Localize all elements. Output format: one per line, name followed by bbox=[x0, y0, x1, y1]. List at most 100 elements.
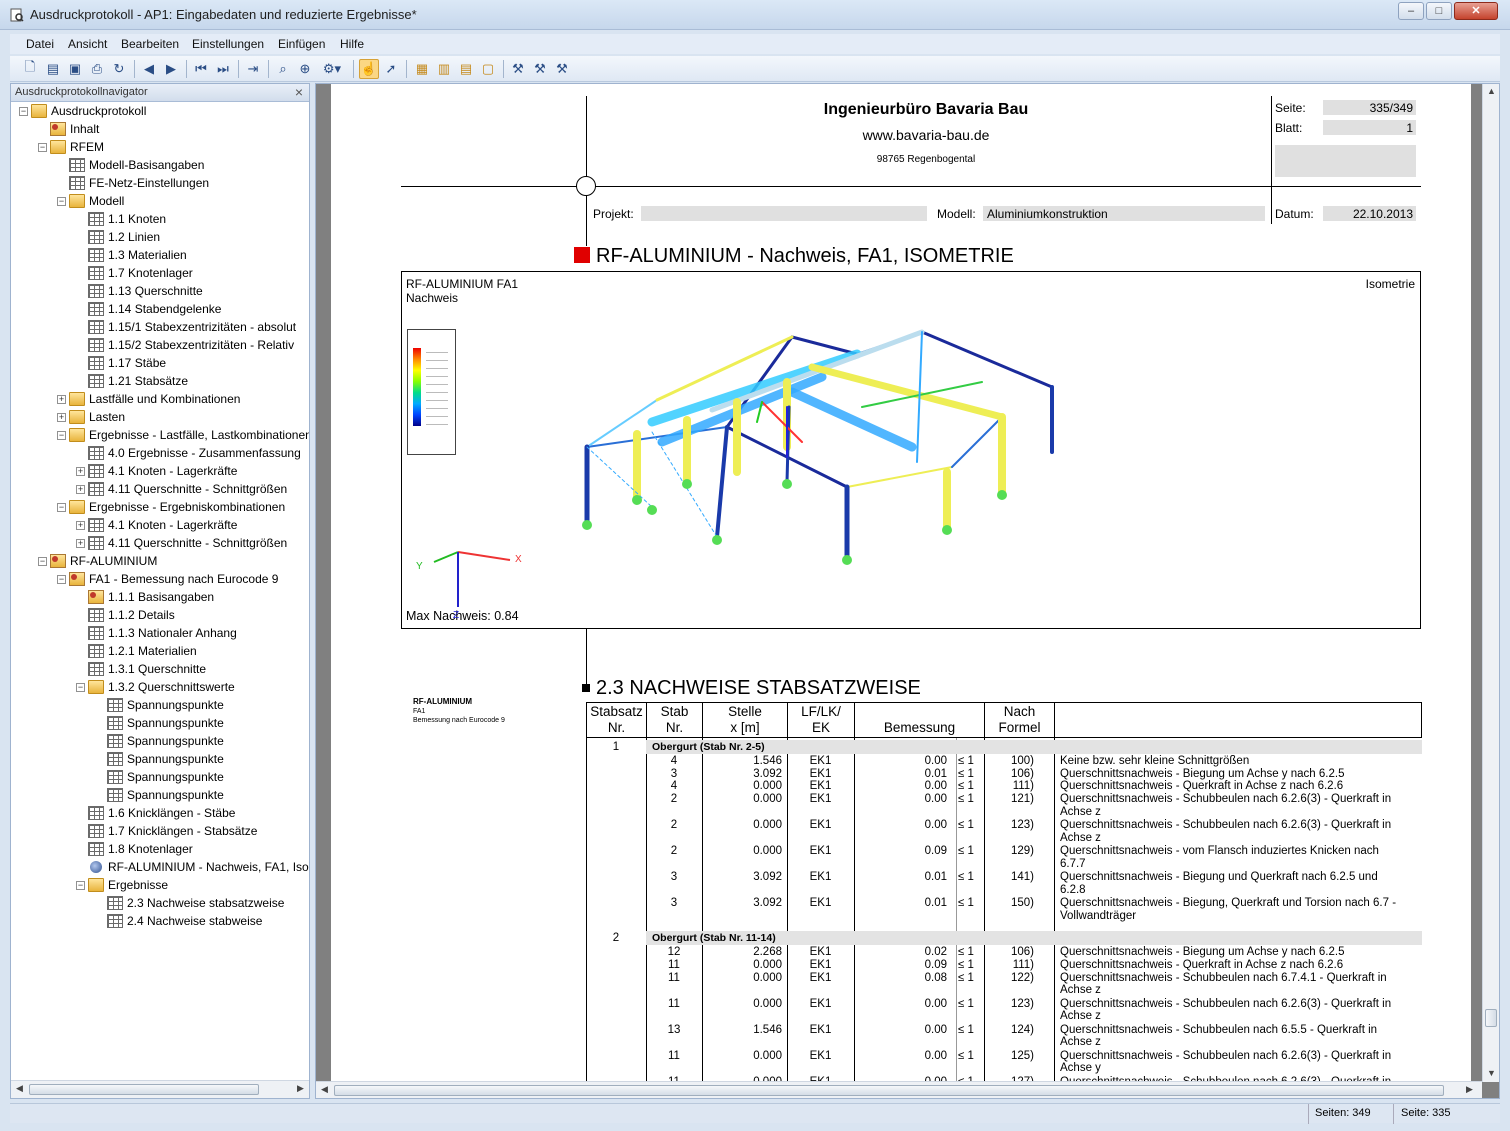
tree-item[interactable]: 1.14 Stabendgelenke bbox=[76, 300, 221, 318]
expand-icon[interactable]: + bbox=[76, 520, 85, 530]
close-icon[interactable]: × bbox=[295, 84, 303, 100]
tree-item[interactable]: 1.1.2 Details bbox=[76, 606, 175, 624]
export-icon[interactable]: ⇥ bbox=[243, 59, 263, 79]
tree-item[interactable]: 4.0 Ergebnisse - Zusammenfassung bbox=[76, 444, 301, 462]
tree-item[interactable]: 1.15/1 Stabexzentrizitäten - absolut bbox=[76, 318, 296, 336]
search-icon[interactable]: ⌕ bbox=[273, 59, 293, 79]
tree-item[interactable]: − Ergebnisse bbox=[76, 876, 168, 894]
settings-icon[interactable]: ⚙▾ bbox=[317, 59, 347, 79]
minimize-button[interactable]: – bbox=[1398, 2, 1424, 20]
save-icon[interactable]: ▣ bbox=[65, 59, 85, 79]
tree-item[interactable]: 1.1.1 Basisangaben bbox=[76, 588, 214, 606]
tree-item[interactable]: + Lasten bbox=[57, 408, 125, 426]
tree-item[interactable]: − Modell bbox=[57, 192, 124, 210]
tree-item[interactable]: +4.11 Querschnitte - Schnittgrößen bbox=[76, 480, 287, 498]
tree-item[interactable]: Spannungspunkte bbox=[95, 732, 224, 750]
tree-item[interactable]: 1.3 Materialien bbox=[76, 246, 187, 264]
expand-icon[interactable]: + bbox=[57, 412, 66, 422]
tree-item[interactable]: 1.15/2 Stabexzentrizitäten - Relativ bbox=[76, 336, 294, 354]
scroll-right-icon[interactable]: ▶ bbox=[1466, 1084, 1473, 1095]
edit4-icon[interactable]: ▢ bbox=[478, 59, 498, 79]
scroll-left-icon[interactable]: ◀ bbox=[321, 1084, 328, 1095]
collapse-icon[interactable]: − bbox=[76, 682, 85, 692]
tree-item[interactable]: 1.2.1 Materialien bbox=[76, 642, 197, 660]
menu-hilfe[interactable]: Hilfe bbox=[340, 37, 364, 51]
tree-item[interactable]: Spannungspunkte bbox=[95, 750, 224, 768]
tool2-icon[interactable]: ⚒ bbox=[530, 59, 550, 79]
tree-item[interactable]: RF-ALUMINIUM - Nachweis, FA1, Iso bbox=[76, 858, 309, 876]
tree-item[interactable]: 1.1 Knoten bbox=[76, 210, 166, 228]
scroll-left-icon[interactable]: ◀ bbox=[16, 1083, 23, 1094]
tree-item[interactable]: 1.17 Stäbe bbox=[76, 354, 166, 372]
tree-item[interactable]: − Ergebnisse - Ergebniskombinationen bbox=[57, 498, 285, 516]
maximize-button[interactable]: □ bbox=[1426, 2, 1452, 20]
tree-item[interactable]: Spannungspunkte bbox=[95, 696, 224, 714]
scroll-right-icon[interactable]: ▶ bbox=[297, 1083, 304, 1094]
pointer-icon[interactable]: ☝ bbox=[359, 59, 379, 79]
zoom-icon[interactable]: ⊕ bbox=[295, 59, 315, 79]
menu-ansicht[interactable]: Ansicht bbox=[68, 37, 107, 51]
tree-item[interactable]: − FA1 - Bemessung nach Eurocode 9 bbox=[57, 570, 278, 588]
tree-item[interactable]: 1.2 Linien bbox=[76, 228, 160, 246]
collapse-icon[interactable]: − bbox=[57, 196, 66, 206]
menu-einstellungen[interactable]: Einstellungen bbox=[192, 37, 264, 51]
tree-item[interactable]: 2.4 Nachweise stabweise bbox=[95, 912, 262, 930]
document-hscroll[interactable]: ◀ ▶ bbox=[316, 1081, 1482, 1098]
scroll-up-icon[interactable]: ▲ bbox=[1487, 86, 1496, 96]
tree-item[interactable]: Spannungspunkte bbox=[95, 768, 224, 786]
first-icon[interactable]: ⏮ bbox=[191, 59, 211, 79]
tree-item[interactable]: +4.11 Querschnitte - Schnittgrößen bbox=[76, 534, 287, 552]
tree-item[interactable]: Spannungspunkte bbox=[95, 714, 224, 732]
expand-icon[interactable]: + bbox=[76, 484, 85, 494]
expand-icon[interactable]: + bbox=[76, 538, 85, 548]
next-icon[interactable]: ▶ bbox=[161, 59, 181, 79]
refresh-icon[interactable]: ↻ bbox=[109, 59, 129, 79]
document-view[interactable]: Ingenieurbüro Bavaria Bau www.bavaria-ba… bbox=[315, 83, 1500, 1099]
tree-item[interactable]: Spannungspunkte bbox=[95, 786, 224, 804]
navigator-hscroll[interactable]: ◀ ▶ bbox=[11, 1080, 309, 1098]
close-button[interactable]: ✕ bbox=[1454, 2, 1498, 20]
last-icon[interactable]: ⏭ bbox=[213, 59, 233, 79]
edit2-icon[interactable]: ▥ bbox=[434, 59, 454, 79]
tool1-icon[interactable]: ⚒ bbox=[508, 59, 528, 79]
select-icon[interactable]: ➚ bbox=[381, 59, 401, 79]
collapse-icon[interactable]: − bbox=[57, 574, 66, 584]
tool3-icon[interactable]: ⚒ bbox=[552, 59, 572, 79]
tree-item[interactable]: Inhalt bbox=[38, 120, 99, 138]
tree-item[interactable]: + Lastfälle und Kombinationen bbox=[57, 390, 240, 408]
edit1-icon[interactable]: ▦ bbox=[412, 59, 432, 79]
tree-item[interactable]: 1.1.3 Nationaler Anhang bbox=[76, 624, 237, 642]
tree-item[interactable]: 1.21 Stabsätze bbox=[76, 372, 188, 390]
new-icon[interactable]: 🗋 bbox=[20, 59, 40, 79]
collapse-icon[interactable]: − bbox=[57, 502, 66, 512]
collapse-icon[interactable]: − bbox=[38, 142, 47, 152]
tree-item[interactable]: +4.1 Knoten - Lagerkräfte bbox=[76, 516, 237, 534]
menu-datei[interactable]: Datei bbox=[26, 37, 54, 51]
collapse-icon[interactable]: − bbox=[38, 556, 47, 566]
tree-item[interactable]: − RFEM bbox=[38, 138, 104, 156]
tree-item[interactable]: FE-Netz-Einstellungen bbox=[57, 174, 209, 192]
print-icon[interactable]: ⎙ bbox=[87, 59, 107, 79]
menu-bearbeiten[interactable]: Bearbeiten bbox=[121, 37, 179, 51]
tree-item[interactable]: 1.6 Knicklängen - Stäbe bbox=[76, 804, 235, 822]
tree-item[interactable]: 1.7 Knicklängen - Stabsätze bbox=[76, 822, 257, 840]
collapse-icon[interactable]: − bbox=[57, 430, 66, 440]
tree-item[interactable]: − Ausdruckprotokoll bbox=[19, 102, 146, 120]
tree-item[interactable]: 1.3.1 Querschnitte bbox=[76, 660, 206, 678]
tree-item[interactable]: 1.8 Knotenlager bbox=[76, 840, 193, 858]
collapse-icon[interactable]: − bbox=[19, 106, 28, 116]
document-vscroll[interactable]: ▲ ▼ bbox=[1482, 84, 1499, 1082]
tree-item[interactable]: − 1.3.2 Querschnittswerte bbox=[76, 678, 235, 696]
tree-item[interactable]: +4.1 Knoten - Lagerkräfte bbox=[76, 462, 237, 480]
tree-item[interactable]: Modell-Basisangaben bbox=[57, 156, 204, 174]
scroll-thumb[interactable] bbox=[29, 1084, 259, 1095]
tree-item[interactable]: − RF-ALUMINIUM bbox=[38, 552, 157, 570]
expand-icon[interactable]: + bbox=[57, 394, 66, 404]
prev-icon[interactable]: ◀ bbox=[139, 59, 159, 79]
tree-item[interactable]: − Ergebnisse - Lastfälle, Lastkombination… bbox=[57, 426, 309, 444]
tree-item[interactable]: 1.7 Knotenlager bbox=[76, 264, 193, 282]
open-icon[interactable]: ▤ bbox=[43, 59, 63, 79]
menu-einfuegen[interactable]: Einfügen bbox=[278, 37, 325, 51]
vscroll-thumb[interactable] bbox=[1485, 1009, 1497, 1027]
scroll-down-icon[interactable]: ▼ bbox=[1487, 1068, 1496, 1078]
